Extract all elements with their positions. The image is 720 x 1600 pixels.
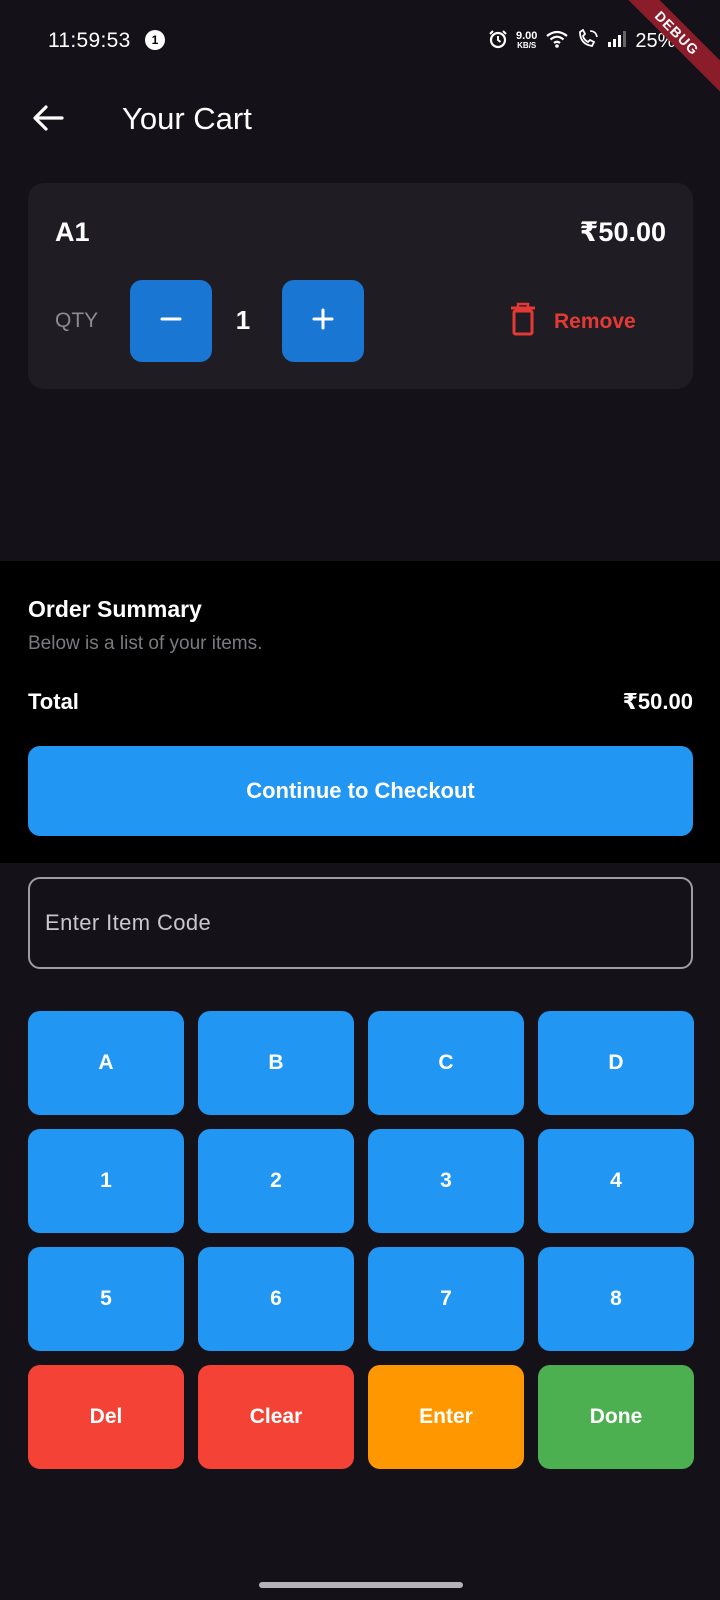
- item-name: A1: [55, 217, 90, 247]
- debug-banner-label: DEBUG: [616, 0, 720, 94]
- key-4[interactable]: 4: [538, 1129, 694, 1233]
- key-7[interactable]: 7: [368, 1247, 524, 1351]
- qty-label: QTY: [55, 309, 99, 332]
- app-bar: Your Cart: [0, 82, 720, 158]
- enter-key[interactable]: Enter: [368, 1365, 524, 1469]
- done-key[interactable]: Done: [538, 1365, 694, 1469]
- notification-badge: 1: [145, 30, 165, 50]
- summary-subtitle: Below is a list of your items.: [28, 633, 263, 654]
- key-b[interactable]: B: [198, 1011, 354, 1115]
- key-d[interactable]: D: [538, 1011, 694, 1115]
- summary-title: Order Summary: [28, 596, 202, 622]
- total-value: ₹50.00: [622, 689, 693, 714]
- net-speed: 9.00 KB/S: [516, 31, 537, 51]
- home-indicator[interactable]: [259, 1582, 463, 1588]
- key-c[interactable]: C: [368, 1011, 524, 1115]
- key-1[interactable]: 1: [28, 1129, 184, 1233]
- net-speed-value: 9.00: [516, 30, 538, 42]
- status-time: 11:59:53: [48, 29, 131, 52]
- order-summary: Order Summary Below is a list of your it…: [0, 561, 720, 863]
- page-title: Your Cart: [122, 101, 252, 136]
- key-3[interactable]: 3: [368, 1129, 524, 1233]
- keypad: A B C D 1 2 3 4 5 6 7 8 Del Clear Enter …: [28, 1011, 694, 1469]
- key-8[interactable]: 8: [538, 1247, 694, 1351]
- wifi-icon: [545, 29, 569, 54]
- net-speed-unit: KB/S: [517, 41, 537, 50]
- trash-icon: [510, 302, 536, 342]
- item-code-input[interactable]: [28, 877, 693, 969]
- decrease-qty-button[interactable]: [130, 280, 212, 362]
- qty-value: 1: [235, 305, 251, 335]
- remove-item-button[interactable]: Remove: [510, 301, 636, 343]
- key-a[interactable]: A: [28, 1011, 184, 1115]
- key-6[interactable]: 6: [198, 1247, 354, 1351]
- plus-icon: [311, 307, 335, 336]
- alarm-icon: [488, 29, 508, 54]
- key-5[interactable]: 5: [28, 1247, 184, 1351]
- delete-key[interactable]: Del: [28, 1365, 184, 1469]
- minus-icon: [159, 307, 183, 336]
- item-price: ₹50.00: [579, 217, 666, 247]
- remove-label: Remove: [554, 310, 636, 333]
- checkout-button[interactable]: Continue to Checkout: [28, 746, 693, 836]
- key-2[interactable]: 2: [198, 1129, 354, 1233]
- clear-key[interactable]: Clear: [198, 1365, 354, 1469]
- total-label: Total: [28, 689, 79, 714]
- wifi-call-icon: [577, 28, 599, 54]
- increase-qty-button[interactable]: [282, 280, 364, 362]
- back-button[interactable]: [24, 98, 72, 142]
- arrow-left-icon: [32, 104, 64, 137]
- cart-item-card: A1 ₹50.00 QTY 1 Remove: [28, 183, 693, 389]
